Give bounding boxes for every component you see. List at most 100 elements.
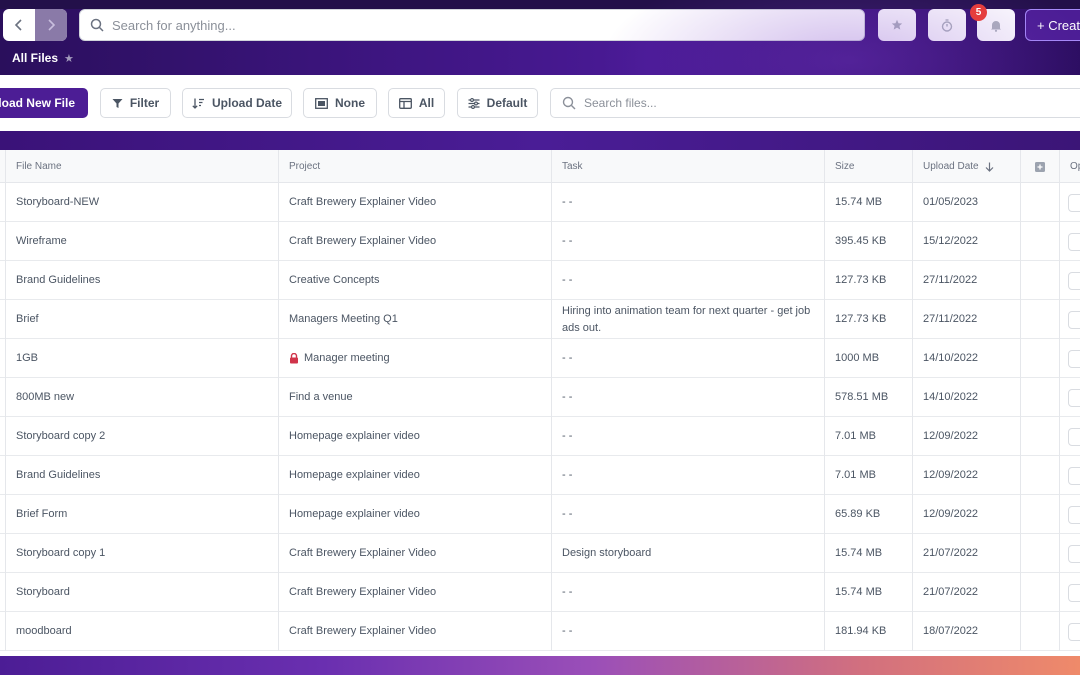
table-row[interactable]: Storyboard copy 2 Homepage explainer vide… — [0, 417, 1080, 456]
project-cell[interactable]: Manager meeting — [278, 339, 551, 378]
file-name-cell[interactable]: Brand Guidelines — [5, 261, 278, 300]
table-row[interactable]: Brand Guidelines Homepage explainer video… — [0, 456, 1080, 495]
view-label: All — [418, 96, 435, 110]
row-options-button[interactable] — [1068, 389, 1080, 407]
file-name-cell[interactable]: Storyboard — [5, 573, 278, 612]
file-name-cell[interactable]: Brief Form — [5, 495, 278, 534]
table-row[interactable]: Brand Guidelines Creative Concepts - - 127.… — [0, 261, 1080, 300]
chevron-left-icon — [14, 19, 22, 31]
chevron-right-icon — [48, 19, 56, 31]
favorite-star-icon[interactable]: ★ — [64, 52, 74, 65]
file-name-cell[interactable]: Brief — [5, 300, 278, 339]
file-name-cell[interactable]: Storyboard copy 2 — [5, 417, 278, 456]
timer-button[interactable] — [928, 9, 966, 41]
density-button[interactable]: Default — [457, 88, 538, 118]
size-cell: 15.74 MB — [824, 183, 912, 222]
col-file-name[interactable]: File Name — [5, 150, 278, 183]
upload-date-cell-text: 15/12/2022 — [923, 235, 979, 247]
size-cell: 127.73 KB — [824, 261, 912, 300]
file-name-cell[interactable]: 800MB new — [5, 378, 278, 417]
breadcrumb-current[interactable]: All Files — [12, 51, 58, 65]
view-columns-button[interactable]: All — [388, 88, 445, 118]
group-by-button[interactable]: None — [303, 88, 377, 118]
project-cell[interactable]: Craft Brewery Explainer Video — [278, 573, 551, 612]
upload-date-cell: 01/05/2023 — [912, 183, 1020, 222]
row-options-button[interactable] — [1068, 428, 1080, 446]
upload-date-cell: 21/07/2022 — [912, 573, 1020, 612]
favorites-button[interactable] — [878, 9, 916, 41]
table-row[interactable]: Brief Managers Meeting Q1 Hiring into anim… — [0, 300, 1080, 339]
table-row[interactable]: Brief Form Homepage explainer video - - 65.… — [0, 495, 1080, 534]
forward-button[interactable] — [35, 9, 67, 41]
project-cell-text: Creative Concepts — [289, 274, 380, 286]
upload-date-cell: 27/11/2022 — [912, 300, 1020, 339]
project-cell[interactable]: Homepage explainer video — [278, 456, 551, 495]
row-options-button[interactable] — [1068, 623, 1080, 641]
extra-cell — [1020, 534, 1059, 573]
add-column-button[interactable] — [1020, 150, 1059, 183]
star-icon — [891, 19, 903, 30]
file-name-cell[interactable]: Brand Guidelines — [5, 456, 278, 495]
extra-cell — [1020, 378, 1059, 417]
upload-date-cell-text: 12/09/2022 — [923, 508, 979, 520]
table-row[interactable]: Wireframe Craft Brewery Explainer Video - … — [0, 222, 1080, 261]
col-project[interactable]: Project — [278, 150, 551, 183]
global-search-input[interactable] — [112, 17, 812, 33]
sort-label: Upload Date — [211, 96, 282, 110]
project-cell[interactable]: Homepage explainer video — [278, 495, 551, 534]
size-cell-text: 395.45 KB — [835, 235, 887, 247]
sort-button[interactable]: Upload Date — [182, 88, 292, 118]
row-options-button[interactable] — [1068, 584, 1080, 602]
project-cell[interactable]: Craft Brewery Explainer Video — [278, 534, 551, 573]
project-cell[interactable]: Craft Brewery Explainer Video — [278, 183, 551, 222]
file-name-cell[interactable]: 1GB — [5, 339, 278, 378]
file-name-cell-text: Storyboard-NEW — [16, 196, 100, 208]
row-options-button[interactable] — [1068, 350, 1080, 368]
row-options-button[interactable] — [1068, 233, 1080, 251]
row-options-button[interactable] — [1068, 194, 1080, 212]
project-cell[interactable]: Find a venue — [278, 378, 551, 417]
size-cell: 181.94 KB — [824, 612, 912, 651]
row-options-button[interactable] — [1068, 506, 1080, 524]
file-name-cell[interactable]: moodboard — [5, 612, 278, 651]
upload-date-cell-text: 18/07/2022 — [923, 625, 979, 637]
col-size[interactable]: Size — [824, 150, 912, 183]
project-cell[interactable]: Managers Meeting Q1 — [278, 300, 551, 339]
file-name-cell-text: Brand Guidelines — [16, 469, 101, 481]
row-options-button[interactable] — [1068, 311, 1080, 329]
file-search-input[interactable] — [584, 96, 1064, 110]
filter-button[interactable]: Filter — [100, 88, 171, 118]
project-cell[interactable]: Creative Concepts — [278, 261, 551, 300]
file-name-cell[interactable]: Storyboard-NEW — [5, 183, 278, 222]
task-cell-text: - - — [562, 508, 573, 520]
project-cell[interactable]: Craft Brewery Explainer Video — [278, 222, 551, 261]
file-name-cell[interactable]: Wireframe — [5, 222, 278, 261]
row-options-button[interactable] — [1068, 272, 1080, 290]
file-name-cell[interactable]: Storyboard copy 1 — [5, 534, 278, 573]
upload-new-file-button[interactable]: Upload New File — [0, 88, 88, 118]
task-cell: - - — [551, 417, 824, 456]
table-row[interactable]: Storyboard Craft Brewery Explainer Video -… — [0, 573, 1080, 612]
row-options-button[interactable] — [1068, 467, 1080, 485]
upload-date-cell: 12/09/2022 — [912, 495, 1020, 534]
project-cell[interactable]: Craft Brewery Explainer Video — [278, 612, 551, 651]
row-options-button[interactable] — [1068, 545, 1080, 563]
col-task[interactable]: Task — [551, 150, 824, 183]
table-row[interactable]: Storyboard-NEW Craft Brewery Explainer Vi… — [0, 183, 1080, 222]
table-row[interactable]: 1GB Manager meeting - - 1000 MB 14/10/2022 — [0, 339, 1080, 378]
create-button[interactable]: + Create — [1025, 9, 1080, 41]
extra-cell — [1020, 495, 1059, 534]
col-upload-date[interactable]: Upload Date — [912, 150, 1020, 183]
project-cell-text: Craft Brewery Explainer Video — [289, 547, 437, 559]
col-options[interactable]: Op — [1059, 150, 1080, 183]
task-cell-text: - - — [562, 235, 573, 247]
size-cell-text: 15.74 MB — [835, 547, 883, 559]
table-row[interactable]: Storyboard copy 1 Craft Brewery Explainer… — [0, 534, 1080, 573]
file-name-cell-text: Storyboard copy 2 — [16, 430, 106, 442]
back-button[interactable] — [3, 9, 35, 41]
project-cell[interactable]: Homepage explainer video — [278, 417, 551, 456]
table-row[interactable]: 800MB new Find a venue - - 578.51 MB 14/10/2… — [0, 378, 1080, 417]
file-name-cell-text: Storyboard — [16, 586, 70, 598]
sliders-icon — [468, 97, 480, 109]
table-row[interactable]: moodboard Craft Brewery Explainer Video - … — [0, 612, 1080, 651]
